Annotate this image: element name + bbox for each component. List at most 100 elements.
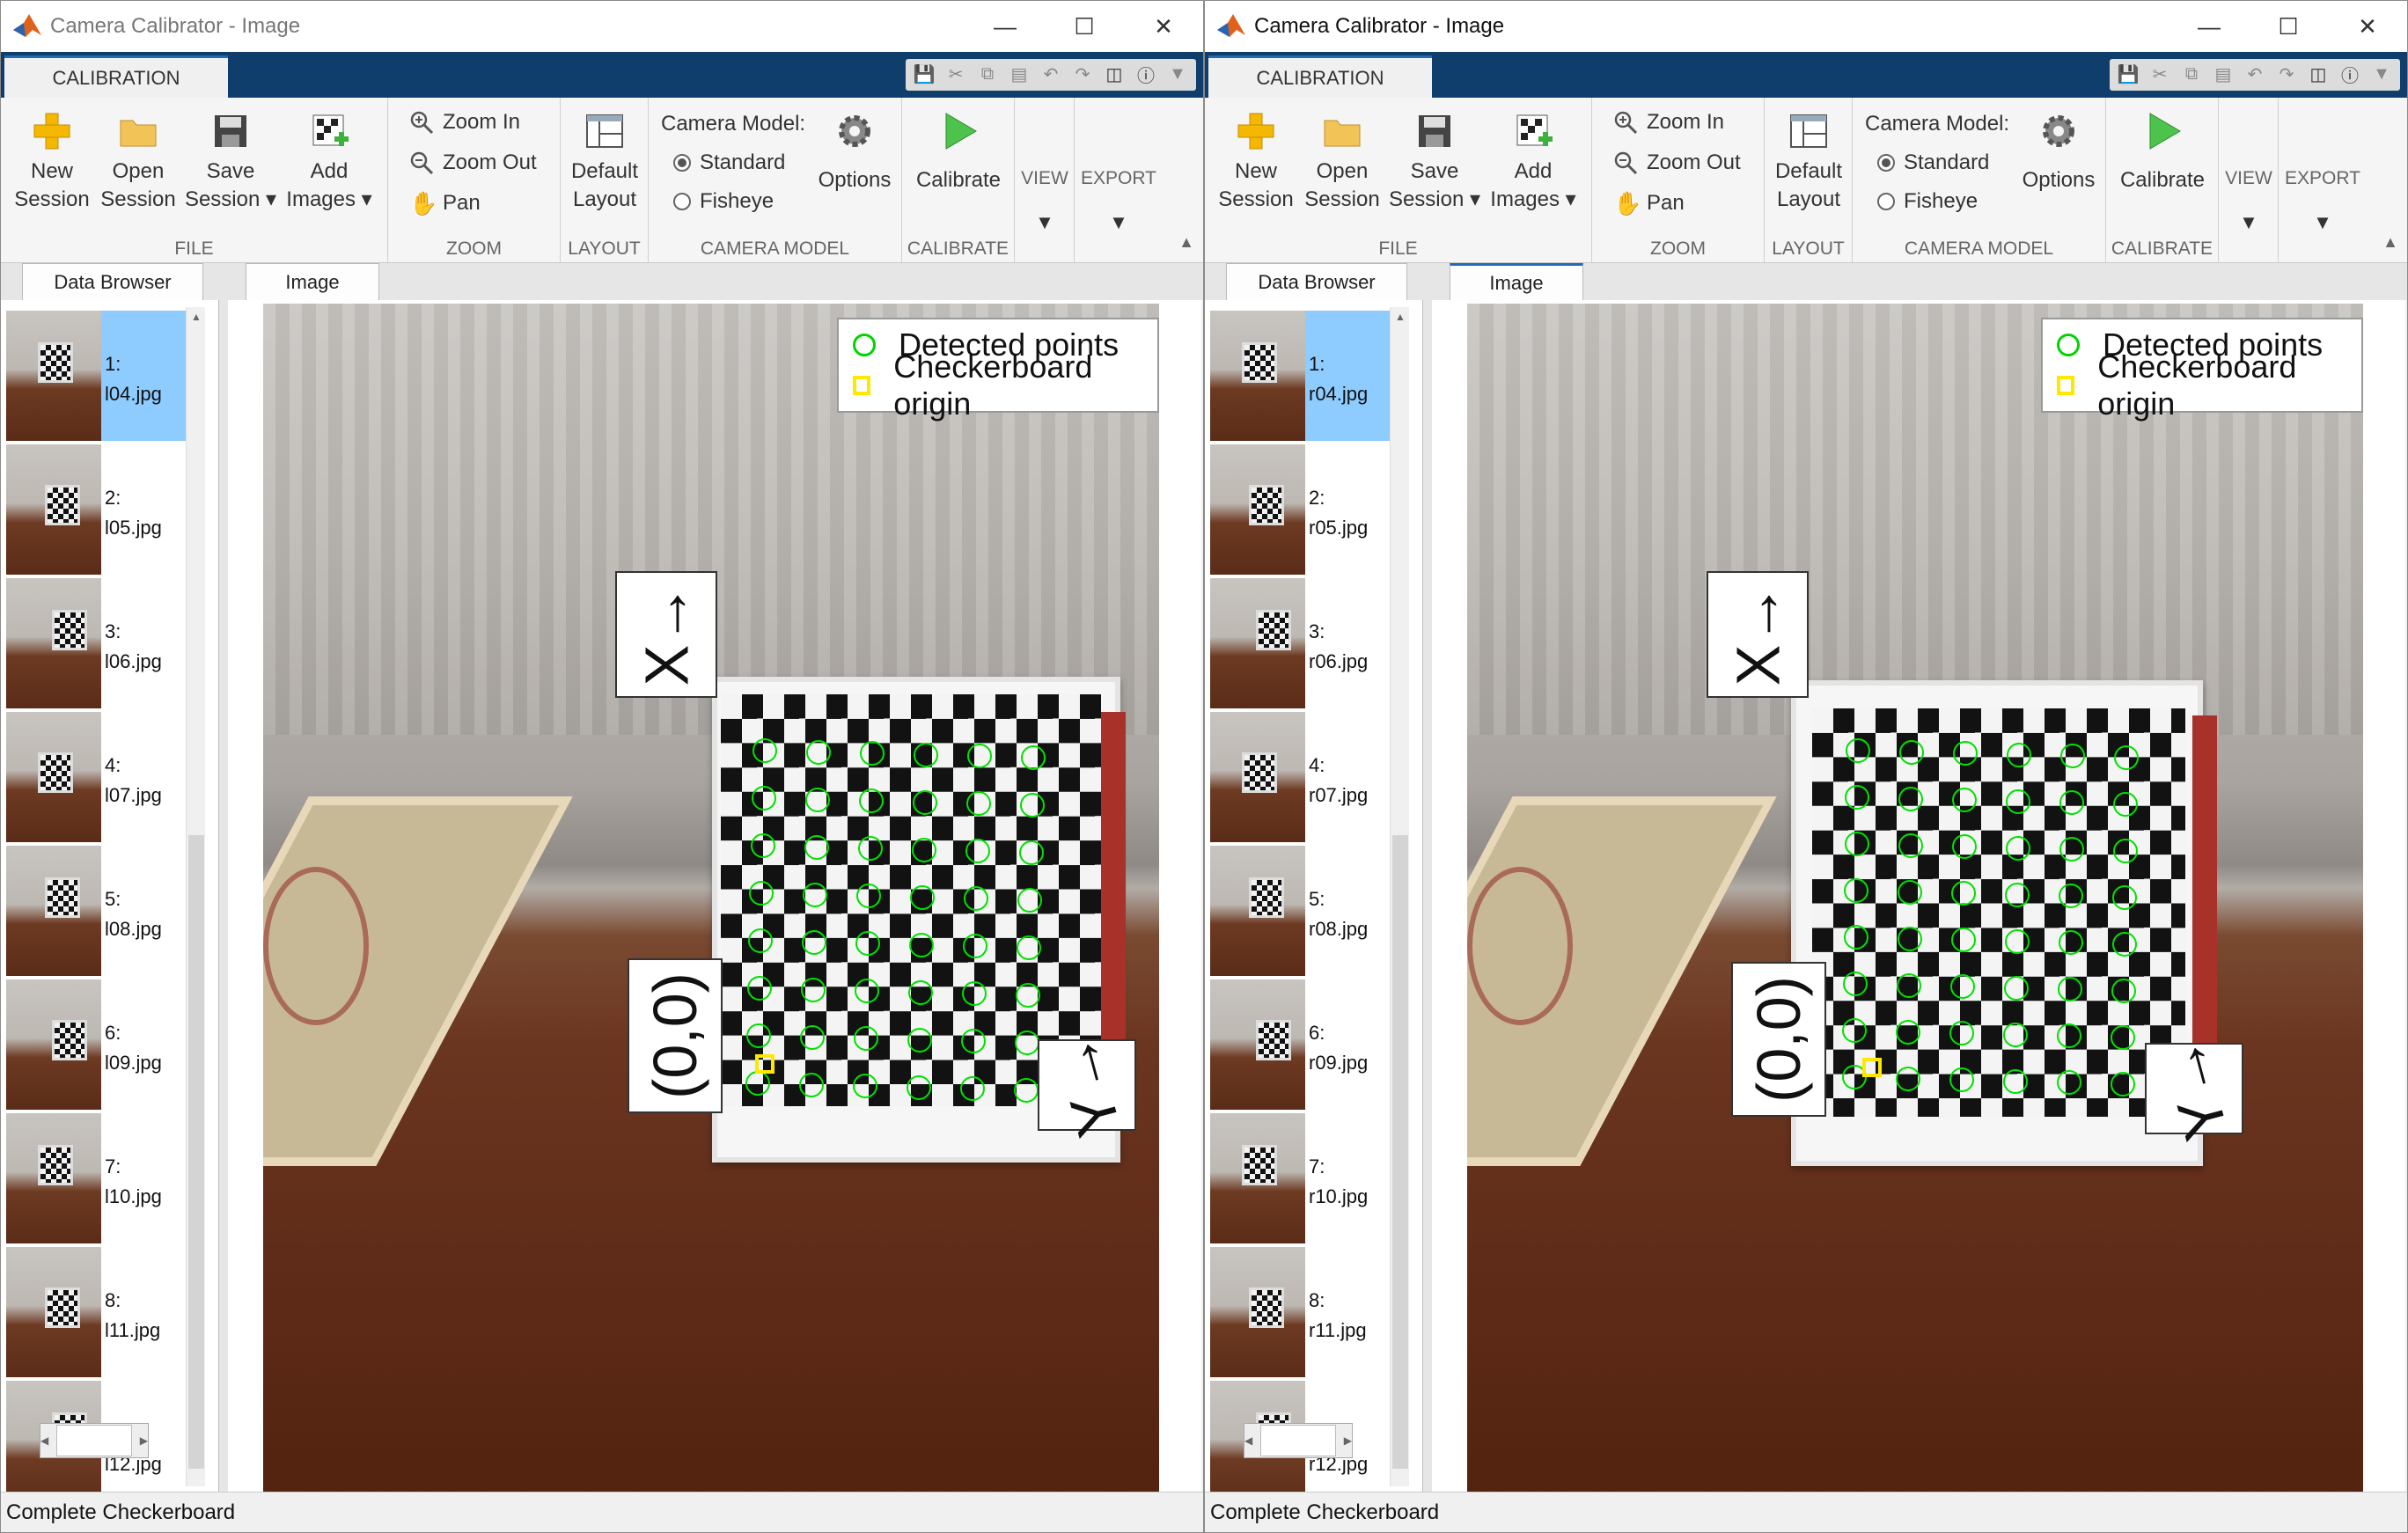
zoom-out-button[interactable]: Zoom Out bbox=[1613, 150, 1741, 175]
radio-standard[interactable]: Standard bbox=[1877, 150, 1989, 175]
chevron-down-icon[interactable]: ▼ bbox=[2368, 61, 2395, 87]
list-item[interactable]: 6: r09.jpg bbox=[1210, 979, 1391, 1110]
layout-icon[interactable]: ◫ bbox=[1101, 61, 1127, 87]
zoom-in-button[interactable]: Zoom In bbox=[1613, 110, 1724, 135]
horizontal-scrollbar-thumb[interactable] bbox=[56, 1425, 132, 1456]
redo-icon[interactable]: ↷ bbox=[1069, 61, 1096, 87]
list-item[interactable]: 4: r07.jpg bbox=[1210, 712, 1391, 842]
maximize-icon[interactable]: ☐ bbox=[1045, 1, 1124, 52]
vertical-scrollbar[interactable]: ▲ bbox=[1390, 307, 1409, 1486]
add-images-button[interactable]: Add Images ▾ bbox=[1485, 110, 1582, 214]
view-group[interactable]: VIEW ▼ bbox=[2219, 98, 2279, 263]
list-item[interactable]: 1: l04.jpg bbox=[6, 311, 187, 441]
save-session-button[interactable]: Save Session ▾ bbox=[182, 110, 279, 214]
zoom-in-button[interactable]: Zoom In bbox=[409, 110, 520, 135]
tab-calibration[interactable]: CALIBRATION bbox=[4, 55, 228, 98]
list-item[interactable]: 7: l10.jpg bbox=[6, 1113, 187, 1243]
pan-button[interactable]: ✋ Pan bbox=[409, 191, 481, 216]
cut-icon[interactable]: ✂ bbox=[943, 61, 969, 87]
radio-standard[interactable]: Standard bbox=[673, 150, 785, 175]
export-group[interactable]: EXPORT ▼ bbox=[2279, 98, 2367, 263]
vertical-scrollbar[interactable]: ▲ bbox=[186, 307, 205, 1486]
list-item[interactable]: 3: l06.jpg bbox=[6, 578, 187, 708]
list-item[interactable]: 6: l09.jpg bbox=[6, 979, 187, 1110]
save-icon[interactable]: 💾 bbox=[2115, 61, 2141, 87]
copy-icon[interactable]: ⧉ bbox=[2178, 61, 2205, 87]
close-icon[interactable]: ✕ bbox=[2328, 1, 2407, 52]
radio-fisheye[interactable]: Fisheye bbox=[1877, 189, 1978, 214]
horizontal-scrollbar-thumb[interactable] bbox=[1260, 1425, 1336, 1456]
tab-calibration[interactable]: CALIBRATION bbox=[1208, 55, 1432, 98]
export-chevron-down-icon[interactable]: ▼ bbox=[1075, 209, 1163, 237]
tab-data-browser[interactable]: Data Browser bbox=[1226, 263, 1407, 300]
tab-image[interactable]: Image bbox=[246, 263, 379, 300]
open-session-button[interactable]: Open Session bbox=[1300, 110, 1384, 214]
minimize-icon[interactable]: — bbox=[2169, 1, 2249, 52]
export-chevron-down-icon[interactable]: ▼ bbox=[2279, 209, 2367, 237]
pan-button[interactable]: ✋ Pan bbox=[1613, 191, 1685, 216]
scrollbar-thumb[interactable] bbox=[1392, 835, 1408, 1469]
default-layout-button[interactable]: Default Layout bbox=[1765, 110, 1853, 214]
title-bar[interactable]: Camera Calibrator - Image — ☐ ✕ bbox=[1, 1, 1203, 52]
scroll-left-icon[interactable]: ◀ bbox=[40, 1434, 48, 1447]
zoom-out-button[interactable]: Zoom Out bbox=[409, 150, 537, 175]
collapse-ribbon-icon[interactable]: ▲ bbox=[2382, 233, 2398, 252]
view-chevron-down-icon[interactable]: ▼ bbox=[2219, 209, 2279, 237]
horizontal-scrollbar[interactable]: ◀ ▶ bbox=[40, 1423, 149, 1458]
options-button[interactable]: Options bbox=[2016, 110, 2101, 194]
undo-icon[interactable]: ↶ bbox=[2242, 61, 2268, 87]
scroll-right-icon[interactable]: ▶ bbox=[1344, 1434, 1352, 1447]
maximize-icon[interactable]: ☐ bbox=[2249, 1, 2328, 52]
chevron-down-icon[interactable]: ▼ bbox=[1164, 61, 1191, 87]
list-item[interactable]: 8: l11.jpg bbox=[6, 1247, 187, 1377]
tab-image[interactable]: Image bbox=[1450, 263, 1583, 300]
save-icon[interactable]: 💾 bbox=[911, 61, 937, 87]
scroll-up-icon[interactable]: ▲ bbox=[1391, 307, 1410, 326]
calibration-photo[interactable]: X→ (0,0) Y→ Detected points Checkerboard o… bbox=[263, 304, 1159, 1497]
new-session-button[interactable]: New Session bbox=[1214, 110, 1298, 214]
open-session-button[interactable]: Open Session bbox=[96, 110, 180, 214]
calibration-photo[interactable]: X→ (0,0) Y→ Detected points Checkerboard o… bbox=[1467, 304, 2363, 1497]
undo-icon[interactable]: ↶ bbox=[1038, 61, 1064, 87]
title-bar[interactable]: Camera Calibrator - Image — ☐ ✕ bbox=[1205, 1, 2407, 52]
list-item[interactable]: 5: l08.jpg bbox=[6, 846, 187, 976]
minimize-icon[interactable]: — bbox=[965, 1, 1045, 52]
options-button[interactable]: Options bbox=[812, 110, 897, 194]
tab-data-browser[interactable]: Data Browser bbox=[22, 263, 203, 300]
scroll-right-icon[interactable]: ▶ bbox=[140, 1434, 148, 1447]
help-icon[interactable]: ⓘ bbox=[2337, 61, 2363, 87]
paste-icon[interactable]: ▤ bbox=[2210, 61, 2236, 87]
calibrate-button[interactable]: Calibrate bbox=[902, 110, 1015, 194]
list-item[interactable]: 1: r04.jpg bbox=[1210, 311, 1391, 441]
help-icon[interactable]: ⓘ bbox=[1133, 61, 1159, 87]
add-images-button[interactable]: Add Images ▾ bbox=[281, 110, 378, 214]
redo-icon[interactable]: ↷ bbox=[2273, 61, 2300, 87]
view-chevron-down-icon[interactable]: ▼ bbox=[1015, 209, 1075, 237]
cut-icon[interactable]: ✂ bbox=[2147, 61, 2173, 87]
panel-splitter[interactable] bbox=[219, 300, 228, 1493]
scroll-up-icon[interactable]: ▲ bbox=[187, 307, 206, 326]
list-item[interactable]: 5: r08.jpg bbox=[1210, 846, 1391, 976]
copy-icon[interactable]: ⧉ bbox=[974, 61, 1001, 87]
paste-icon[interactable]: ▤ bbox=[1006, 61, 1032, 87]
list-item[interactable]: 3: r06.jpg bbox=[1210, 578, 1391, 708]
calibrate-button[interactable]: Calibrate bbox=[2106, 110, 2219, 194]
scroll-left-icon[interactable]: ◀ bbox=[1244, 1434, 1252, 1447]
list-item[interactable]: 8: r11.jpg bbox=[1210, 1247, 1391, 1377]
list-item[interactable]: 2: r05.jpg bbox=[1210, 444, 1391, 575]
list-item[interactable]: 2: l05.jpg bbox=[6, 444, 187, 575]
scrollbar-thumb[interactable] bbox=[188, 835, 204, 1469]
panel-splitter[interactable] bbox=[1423, 300, 1432, 1493]
horizontal-scrollbar[interactable]: ◀ ▶ bbox=[1244, 1423, 1353, 1458]
layout-icon[interactable]: ◫ bbox=[2305, 61, 2331, 87]
list-item[interactable]: 7: r10.jpg bbox=[1210, 1113, 1391, 1243]
save-session-button[interactable]: Save Session ▾ bbox=[1386, 110, 1483, 214]
new-session-button[interactable]: New Session bbox=[10, 110, 94, 214]
default-layout-button[interactable]: Default Layout bbox=[561, 110, 649, 214]
view-group[interactable]: VIEW ▼ bbox=[1015, 98, 1075, 263]
close-icon[interactable]: ✕ bbox=[1124, 1, 1203, 52]
export-group[interactable]: EXPORT ▼ bbox=[1075, 98, 1163, 263]
list-item[interactable]: 4: l07.jpg bbox=[6, 712, 187, 842]
radio-fisheye[interactable]: Fisheye bbox=[673, 189, 774, 214]
collapse-ribbon-icon[interactable]: ▲ bbox=[1178, 233, 1194, 252]
